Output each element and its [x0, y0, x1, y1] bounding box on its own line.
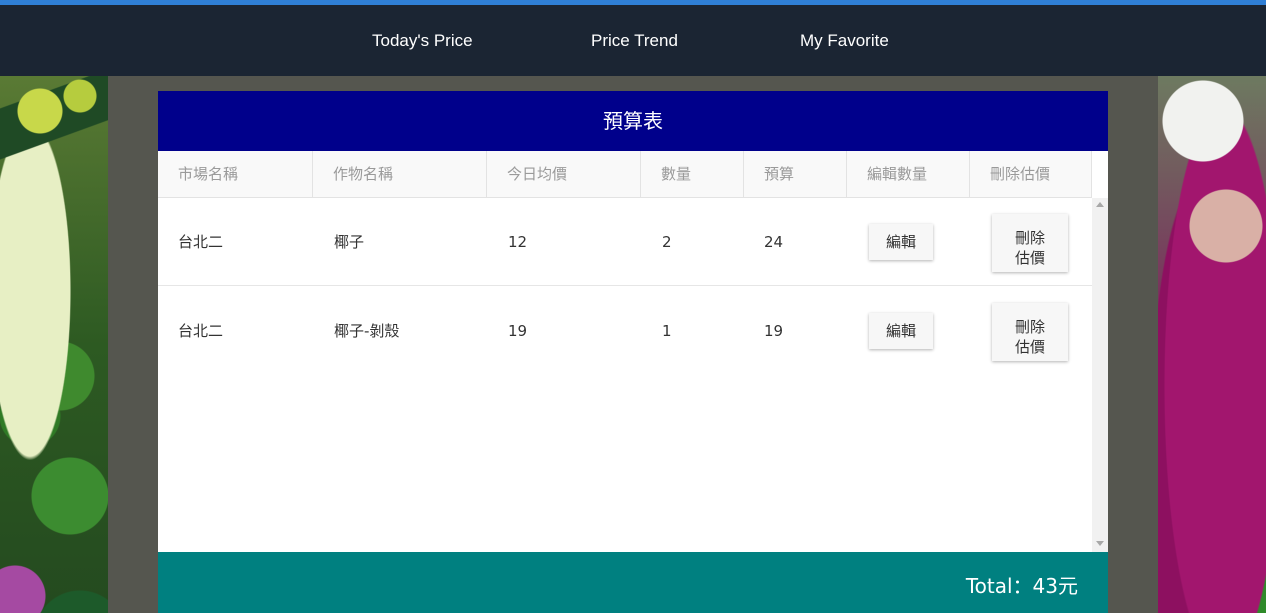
top-navbar: Today's Price Price Trend My Favorite — [0, 0, 1266, 76]
table-row: 台北二 椰子 12 2 24 編輯 刪除 估價 — [158, 198, 1092, 286]
delete-estimate-button[interactable]: 刪除 估價 — [992, 303, 1068, 361]
cell-quantity: 2 — [662, 233, 672, 251]
nav-todays-price[interactable]: Today's Price — [372, 31, 473, 51]
scroll-down-arrow-icon[interactable] — [1096, 541, 1104, 546]
budget-footer: Total：43元 — [158, 552, 1108, 613]
column-crop: 作物名稱 — [313, 151, 487, 197]
budget-total: Total：43元 — [965, 574, 1078, 598]
column-quantity: 數量 — [641, 151, 744, 197]
cell-crop: 椰子 — [334, 233, 365, 251]
cell-budget: 19 — [764, 322, 784, 340]
main-nav: Today's Price Price Trend My Favorite — [0, 5, 1266, 76]
cell-avg-price: 19 — [508, 322, 528, 340]
table-body: 台北二 椰子 12 2 24 編輯 刪除 估價 台北二 椰子-剝殼 19 1 1… — [158, 198, 1092, 552]
cell-market: 台北二 — [178, 233, 224, 251]
column-market: 市場名稱 — [158, 151, 313, 197]
column-avg-price: 今日均價 — [487, 151, 641, 197]
edit-quantity-button[interactable]: 編輯 — [869, 224, 933, 260]
budget-card: 預算表 市場名稱 作物名稱 今日均價 數量 預算 編輯數量 刪除估價 台北二 椰… — [158, 91, 1108, 613]
budget-title: 預算表 — [158, 91, 1108, 151]
nav-price-trend[interactable]: Price Trend — [591, 31, 678, 51]
cell-budget: 24 — [764, 233, 784, 251]
column-budget: 預算 — [744, 151, 847, 197]
table-header: 市場名稱 作物名稱 今日均價 數量 預算 編輯數量 刪除估價 — [158, 151, 1092, 198]
nav-my-favorite[interactable]: My Favorite — [800, 31, 889, 51]
background-vegetables-left — [0, 76, 108, 613]
table-row: 台北二 椰子-剝殼 19 1 19 編輯 刪除 估價 — [158, 287, 1092, 375]
scroll-up-arrow-icon[interactable] — [1096, 202, 1104, 207]
cell-avg-price: 12 — [508, 233, 528, 251]
delete-estimate-button[interactable]: 刪除 估價 — [992, 214, 1068, 272]
edit-quantity-button[interactable]: 編輯 — [869, 313, 933, 349]
cell-quantity: 1 — [662, 322, 672, 340]
cell-crop: 椰子-剝殼 — [334, 322, 400, 340]
column-edit-quantity: 編輯數量 — [847, 151, 970, 197]
cell-market: 台北二 — [178, 322, 224, 340]
background-vegetables-right — [1158, 76, 1266, 613]
column-delete-estimate: 刪除估價 — [970, 151, 1092, 197]
table-scrollbar[interactable] — [1092, 198, 1108, 552]
